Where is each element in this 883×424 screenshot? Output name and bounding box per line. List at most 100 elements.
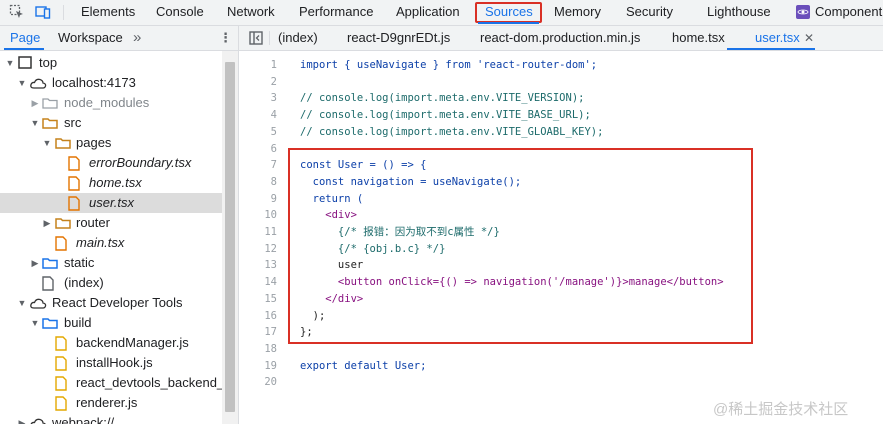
tab-page[interactable]: Page	[10, 26, 40, 50]
active-tab-indicator	[727, 48, 815, 50]
editor-tab-react-dom[interactable]: react-dom.production.min.js	[480, 26, 640, 50]
code-line: // console.log(import.meta.env.VITE_VERS…	[300, 92, 585, 105]
line-number: 3	[270, 92, 277, 105]
file-icon	[55, 336, 67, 351]
tree-item-pages[interactable]: ▼ pages	[0, 133, 222, 153]
cloud-icon	[30, 418, 46, 424]
tree-item-errorboundary[interactable]: errorBoundary.tsx	[0, 153, 222, 173]
collapse-arrow-icon[interactable]: ▶	[17, 413, 27, 424]
editor-tab-user[interactable]: user.tsx	[755, 26, 800, 50]
file-icon	[68, 196, 80, 211]
file-icon	[55, 356, 67, 371]
folder-icon	[42, 118, 58, 129]
tree-item-top[interactable]: ▼ top	[0, 53, 222, 73]
folder-icon	[42, 258, 58, 269]
tree-item-devtools-backend[interactable]: react_devtools_backend_c	[0, 373, 222, 393]
folder-icon	[42, 98, 58, 109]
line-number: 14	[264, 276, 277, 289]
expand-arrow-icon[interactable]: ▼	[42, 133, 52, 153]
editor-tab-bar: (index) react-D9gnrEDt.js react-dom.prod…	[239, 26, 883, 51]
collapse-arrow-icon[interactable]: ▶	[42, 213, 52, 233]
expand-arrow-icon[interactable]: ▼	[30, 113, 40, 133]
tab-console[interactable]: Console	[156, 0, 204, 25]
tree-item-label: static	[64, 255, 95, 270]
expand-arrow-icon[interactable]: ▼	[5, 53, 15, 73]
kebab-menu-icon[interactable]: ⋮	[219, 26, 232, 50]
tab-application[interactable]: Application	[396, 0, 460, 25]
collapse-arrow-icon[interactable]: ▶	[30, 253, 40, 273]
tree-item-index[interactable]: (index)	[0, 273, 222, 293]
active-tab-indicator	[4, 48, 44, 50]
device-toolbar-icon[interactable]	[35, 4, 51, 20]
file-icon	[42, 276, 54, 291]
tree-item-webpack[interactable]: ▶ webpack://	[0, 413, 222, 424]
expand-arrow-icon[interactable]: ▼	[30, 313, 40, 333]
tab-security[interactable]: Security	[626, 0, 673, 25]
code-line: import { useNavigate } from 'react-route…	[300, 59, 598, 71]
tree-item-label: installHook.js	[76, 355, 153, 370]
folder-icon	[42, 318, 58, 329]
inspect-element-icon[interactable]	[9, 4, 25, 20]
line-number: 5	[270, 125, 277, 138]
line-number: 17	[264, 326, 277, 339]
tab-workspace[interactable]: Workspace	[58, 26, 123, 50]
tree-item-router[interactable]: ▶ router	[0, 213, 222, 233]
line-number: 15	[264, 292, 277, 305]
tab-components[interactable]: Component	[815, 0, 882, 25]
tree-item-renderer[interactable]: renderer.js	[0, 393, 222, 413]
tree-item-installhook[interactable]: installHook.js	[0, 353, 222, 373]
expand-arrow-icon[interactable]: ▼	[17, 293, 27, 313]
code-line: // console.log(import.meta.env.VITE_GLOA…	[300, 125, 604, 138]
folder-icon	[55, 138, 71, 149]
tree-item-build[interactable]: ▼ build	[0, 313, 222, 333]
tab-divider	[269, 31, 270, 45]
watermark: @稀土掘金技术社区	[713, 401, 849, 418]
tree-item-label: main.tsx	[76, 235, 125, 250]
tree-item-src[interactable]: ▼ src	[0, 113, 222, 133]
tree-item-label: webpack://	[52, 415, 115, 424]
sources-highlight-box	[475, 2, 542, 23]
tree-item-backendmanager[interactable]: backendManager.js	[0, 333, 222, 353]
tree-item-home[interactable]: home.tsx	[0, 173, 222, 193]
tree-item-label: errorBoundary.tsx	[89, 155, 192, 170]
close-tab-icon[interactable]: ✕	[804, 26, 814, 50]
folder-icon	[55, 218, 71, 229]
tree-item-label: home.tsx	[89, 175, 142, 190]
tree-scrollbar-thumb[interactable]	[225, 62, 235, 412]
collapse-arrow-icon[interactable]: ▶	[30, 93, 40, 113]
file-icon	[55, 396, 67, 411]
expand-arrow-icon[interactable]: ▼	[17, 73, 27, 93]
tree-item-label: user.tsx	[89, 195, 135, 210]
navigator-header: Page Workspace » ⋮	[0, 26, 238, 51]
editor-tab-home[interactable]: home.tsx	[672, 26, 725, 50]
tab-performance[interactable]: Performance	[299, 0, 373, 25]
tree-item-static[interactable]: ▶ static	[0, 253, 222, 273]
tree-item-react-devtools[interactable]: ▼ React Developer Tools	[0, 293, 222, 313]
tree-item-user[interactable]: user.tsx	[0, 193, 222, 213]
line-number: 18	[264, 342, 277, 355]
editor-tab-index[interactable]: (index)	[278, 26, 318, 50]
toggle-navigator-icon[interactable]	[249, 31, 263, 45]
editor-tab-react[interactable]: react-D9gnrEDt.js	[347, 26, 450, 50]
react-components-icon	[796, 5, 810, 19]
frame-icon	[18, 56, 32, 69]
cloud-icon	[30, 298, 47, 309]
line-number: 7	[270, 159, 277, 172]
active-tab-indicator	[478, 22, 539, 24]
tree-item-node-modules[interactable]: ▶ node_modules	[0, 93, 222, 113]
tree-item-label: localhost:4173	[52, 75, 136, 90]
line-number: 2	[270, 75, 277, 88]
tree-item-main[interactable]: main.tsx	[0, 233, 222, 253]
tree-item-label: (index)	[64, 275, 104, 290]
tab-elements[interactable]: Elements	[81, 0, 135, 25]
tree-item-label: backendManager.js	[76, 335, 189, 350]
file-icon	[68, 156, 80, 171]
file-icon	[55, 376, 67, 391]
line-number: 6	[270, 142, 277, 155]
more-tabs-button[interactable]: »	[133, 26, 141, 50]
tree-item-label: react_devtools_backend_c	[76, 375, 222, 390]
tab-memory[interactable]: Memory	[554, 0, 601, 25]
tree-item-localhost[interactable]: ▼ localhost:4173	[0, 73, 222, 93]
tab-network[interactable]: Network	[227, 0, 275, 25]
tab-lighthouse[interactable]: Lighthouse	[707, 0, 771, 25]
